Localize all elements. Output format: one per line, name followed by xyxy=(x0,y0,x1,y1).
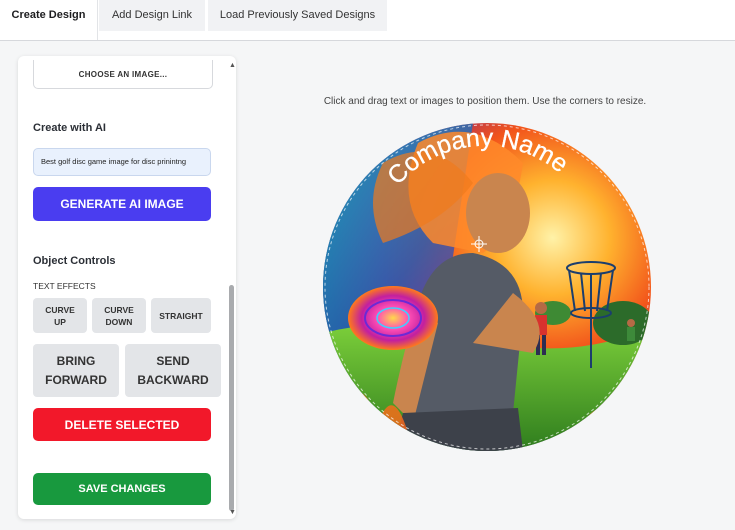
curve-down-label: CURVE DOWN xyxy=(104,304,134,327)
delete-selected-button[interactable]: DELETE SELECTED xyxy=(33,408,211,441)
scroll-down-arrow-icon[interactable]: ▼ xyxy=(229,509,236,516)
bring-forward-button[interactable]: BRING FORWARD xyxy=(33,344,119,397)
send-backward-button[interactable]: SEND BACKWARD xyxy=(125,344,221,397)
straight-button[interactable]: STRAIGHT xyxy=(151,298,211,333)
object-controls-heading: Object Controls xyxy=(33,255,116,267)
canvas-instructions: Click and drag text or images to positio… xyxy=(323,96,647,107)
tab-add-design-link[interactable]: Add Design Link xyxy=(99,0,205,31)
tab-divider xyxy=(97,0,98,40)
disc-artwork-image[interactable]: Company Name xyxy=(323,123,651,451)
disc-design-canvas[interactable]: Company Name xyxy=(323,123,651,451)
tab-load-saved-designs[interactable]: Load Previously Saved Designs xyxy=(208,0,387,31)
curve-up-button[interactable]: CURVE UP xyxy=(33,298,87,333)
scroll-up-arrow-icon[interactable]: ▲ xyxy=(229,62,236,69)
text-effects-label: TEXT EFFECTS xyxy=(33,281,96,291)
curve-up-label: CURVE UP xyxy=(45,304,75,327)
save-changes-button[interactable]: SAVE CHANGES xyxy=(33,473,211,505)
send-backward-label: SEND BACKWARD xyxy=(137,353,209,387)
scrollbar-thumb[interactable] xyxy=(229,285,234,511)
create-with-ai-heading: Create with AI xyxy=(33,122,106,134)
bring-forward-label: BRING FORWARD xyxy=(45,353,107,387)
ai-prompt-input[interactable]: Best golf disc game image for disc prini… xyxy=(33,148,211,176)
curve-down-button[interactable]: CURVE DOWN xyxy=(92,298,146,333)
generate-ai-image-button[interactable]: GENERATE AI IMAGE xyxy=(33,187,211,221)
tab-create-design[interactable]: Create Design xyxy=(0,0,97,31)
tab-bar: Create Design Add Design Link Load Previ… xyxy=(0,0,735,41)
choose-image-button[interactable]: CHOOSE AN IMAGE... xyxy=(33,60,213,89)
